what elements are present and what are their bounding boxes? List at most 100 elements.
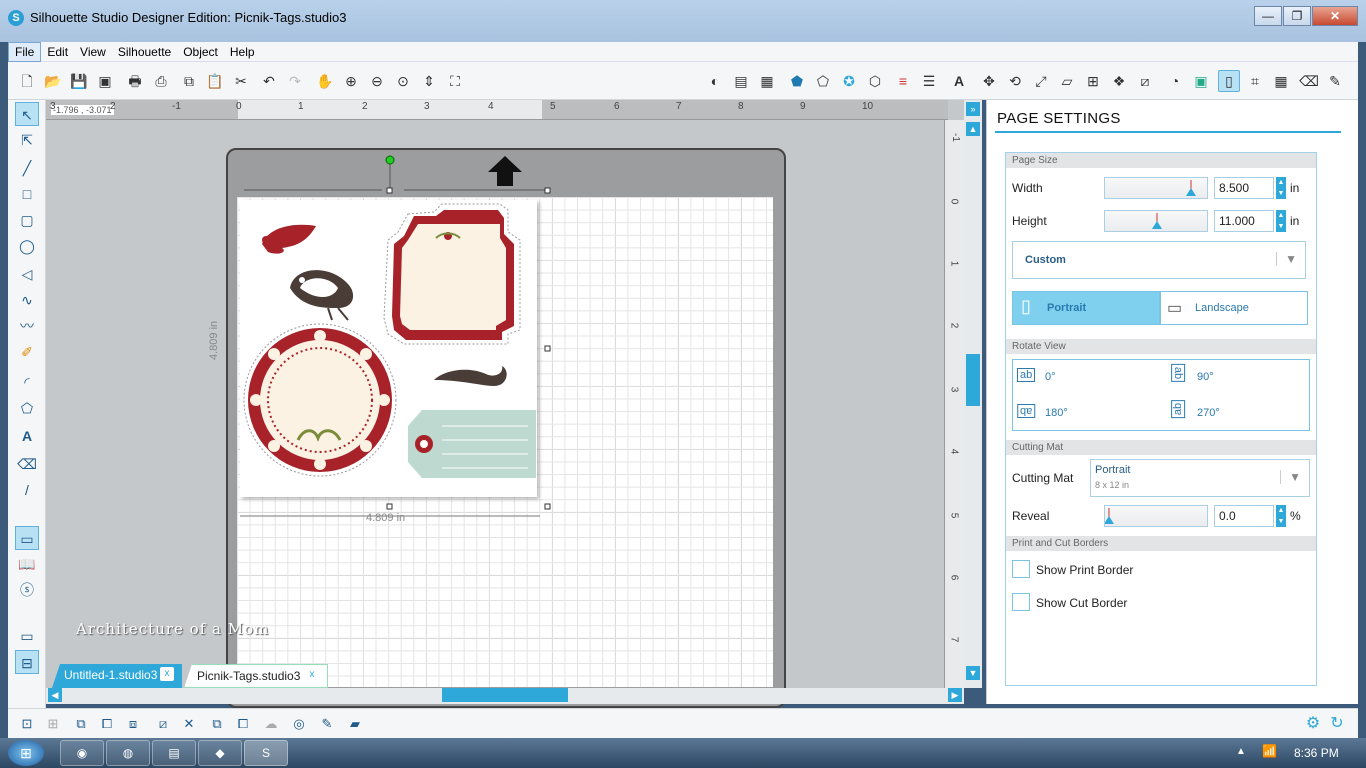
rotate-90-icon[interactable]: ab (1171, 363, 1186, 383)
shear-icon[interactable]: ▱ (1056, 70, 1078, 92)
layer-icon[interactable]: ▰ (344, 713, 366, 735)
minimize-button[interactable]: — (1254, 6, 1282, 26)
replicate-icon[interactable]: ❖ (1108, 70, 1130, 92)
width-input[interactable]: 8.500 (1214, 177, 1274, 199)
show-cut-border-checkbox[interactable] (1012, 593, 1030, 611)
menu-file[interactable]: File (8, 42, 42, 62)
bring-to-front-icon[interactable]: ⧉ (206, 713, 228, 735)
line-tool-icon[interactable]: ╱ (15, 156, 39, 180)
curve-tool-icon[interactable]: ∿ (15, 288, 39, 312)
silhouette-taskbar-icon[interactable]: S (244, 740, 288, 766)
split-view-icon[interactable]: ⊟ (15, 650, 39, 674)
reveal-slider[interactable] (1104, 505, 1208, 527)
fit-to-page-icon[interactable]: ⛶ (444, 70, 466, 92)
vertical-scrollbar[interactable]: » ▲ ▼ (964, 100, 982, 688)
rotate-180-icon[interactable]: ab (1017, 404, 1036, 418)
delete-icon[interactable]: ✕ (178, 713, 200, 735)
height-slider[interactable] (1104, 210, 1208, 232)
rotate-270-label[interactable]: 270° (1197, 407, 1220, 419)
eraser-tool-icon[interactable]: ⌫ (1298, 70, 1320, 92)
menu-help[interactable]: Help (224, 43, 261, 63)
online-store-icon[interactable]: ⓢ (15, 578, 39, 602)
registration-marks-icon[interactable]: ⌗ (1244, 70, 1266, 92)
fill-color-icon[interactable]: ◐ (704, 70, 726, 92)
text-style-icon[interactable]: A (948, 70, 970, 92)
height-spinner[interactable]: ▲ ▼ (1276, 210, 1286, 232)
modify-icon[interactable]: ⧄ (1134, 70, 1156, 92)
width-slider[interactable] (1104, 177, 1208, 199)
design-artwork[interactable] (238, 148, 558, 528)
menu-object[interactable]: Object (177, 43, 224, 63)
save-icon[interactable]: 💾 (68, 70, 90, 92)
show-hidden-icons[interactable]: ▲ (1236, 746, 1246, 757)
rotate-0-icon[interactable]: ab (1017, 368, 1036, 382)
rotate-icon[interactable]: ⟲ (1004, 70, 1026, 92)
cut-icon[interactable]: ✂ (230, 70, 252, 92)
transform-move-icon[interactable]: ✥ (978, 70, 1000, 92)
show-cut-border-label[interactable]: Show Cut Border (1036, 596, 1127, 610)
polygon-outline-icon[interactable]: ⬠ (812, 70, 834, 92)
smooth-freehand-icon[interactable]: ✐ (15, 340, 39, 364)
rotate-180-label[interactable]: 180° (1045, 407, 1068, 419)
rectangle-tool-icon[interactable]: □ (15, 182, 39, 206)
weld-icon[interactable]: ⧈ (122, 713, 144, 735)
rotate-270-icon[interactable]: ab (1171, 399, 1186, 419)
send-to-silhouette-icon[interactable]: ⎙ (150, 70, 172, 92)
menu-edit[interactable]: Edit (41, 43, 74, 63)
align-icon[interactable]: ⊞ (1082, 70, 1104, 92)
gradient-fill-icon[interactable]: ▤ (730, 70, 752, 92)
close-tab-icon[interactable]: x (305, 668, 319, 682)
copy-icon[interactable]: ⧉ (178, 70, 200, 92)
send-to-back-icon[interactable]: ⧠ (232, 713, 254, 735)
chrome-taskbar-icon[interactable]: ◉ (60, 740, 104, 766)
polygon-tool-icon[interactable]: ◁ (15, 262, 39, 286)
show-toolbar-icon[interactable]: ▭ (15, 624, 39, 648)
text-tool-icon[interactable]: A (15, 424, 39, 448)
menu-view[interactable]: View (74, 43, 112, 63)
firefox-taskbar-icon[interactable]: ◍ (106, 740, 150, 766)
library-icon[interactable]: 📖 (15, 552, 39, 576)
scroll-thumb[interactable] (966, 354, 980, 406)
paste-icon[interactable]: 📋 (204, 70, 226, 92)
reveal-input[interactable]: 0.0 (1214, 505, 1274, 527)
star-shape-icon[interactable]: ✪ (838, 70, 860, 92)
zoom-out-icon[interactable]: ⊖ (366, 70, 388, 92)
close-tab-icon[interactable]: x (160, 667, 174, 681)
page-size-dropdown[interactable]: Custom ▼ (1012, 241, 1306, 279)
trace-icon[interactable]: ◔ (1164, 70, 1186, 92)
print-icon[interactable]: 🖶 (124, 70, 146, 92)
pentagon-shape-icon[interactable]: ⬟ (786, 70, 808, 92)
rotate-90-label[interactable]: 90° (1197, 371, 1214, 383)
show-print-border-label[interactable]: Show Print Border (1036, 563, 1133, 577)
ellipse-tool-icon[interactable]: ◯ (15, 234, 39, 258)
close-button[interactable]: ✕ (1312, 6, 1358, 26)
zoom-select-icon[interactable]: ⊙ (392, 70, 414, 92)
settings-gear-icon[interactable]: ⚙ (1302, 713, 1324, 735)
page-settings-icon[interactable]: ▯ (1218, 70, 1240, 92)
undo-icon[interactable]: ↶ (258, 70, 280, 92)
tab-untitled-1[interactable]: Untitled-1.studio3 x (52, 664, 182, 688)
duplicate-icon[interactable]: ⧄ (152, 713, 174, 735)
cutting-mat-dropdown[interactable]: Portrait 8 x 12 in ▼ (1090, 459, 1310, 497)
shape-effects-icon[interactable]: ⬡ (864, 70, 886, 92)
grid-settings-icon[interactable]: ▦ (1270, 70, 1292, 92)
arc-tool-icon[interactable]: ◜ (15, 370, 39, 394)
redo-icon[interactable]: ↷ (284, 70, 306, 92)
show-print-border-checkbox[interactable] (1012, 560, 1030, 578)
offset-ring-icon[interactable]: ◎ (288, 713, 310, 735)
maximize-button[interactable]: ❐ (1283, 6, 1311, 26)
rounded-rectangle-tool-icon[interactable]: ▢ (15, 208, 39, 232)
clock-time[interactable]: 8:36 PM (1294, 746, 1339, 760)
select-tool-icon[interactable]: ↖ (15, 102, 39, 126)
knife-tool-icon[interactable]: / (15, 478, 39, 502)
eraser-icon[interactable]: ⌫ (15, 452, 39, 476)
open-folder-icon[interactable]: 📂 (42, 70, 64, 92)
design-view-icon[interactable]: ▭ (15, 526, 39, 550)
sync-icon[interactable]: ↻ (1326, 713, 1348, 735)
explorer-taskbar-icon[interactable]: ▤ (152, 740, 196, 766)
rotate-0-label[interactable]: 0° (1045, 371, 1056, 383)
network-icon[interactable]: 📶 (1262, 744, 1277, 758)
edit-fill-icon[interactable]: ✎ (316, 713, 338, 735)
app-taskbar-icon[interactable]: ◆ (198, 740, 242, 766)
offset-icon[interactable]: ▣ (1190, 70, 1212, 92)
